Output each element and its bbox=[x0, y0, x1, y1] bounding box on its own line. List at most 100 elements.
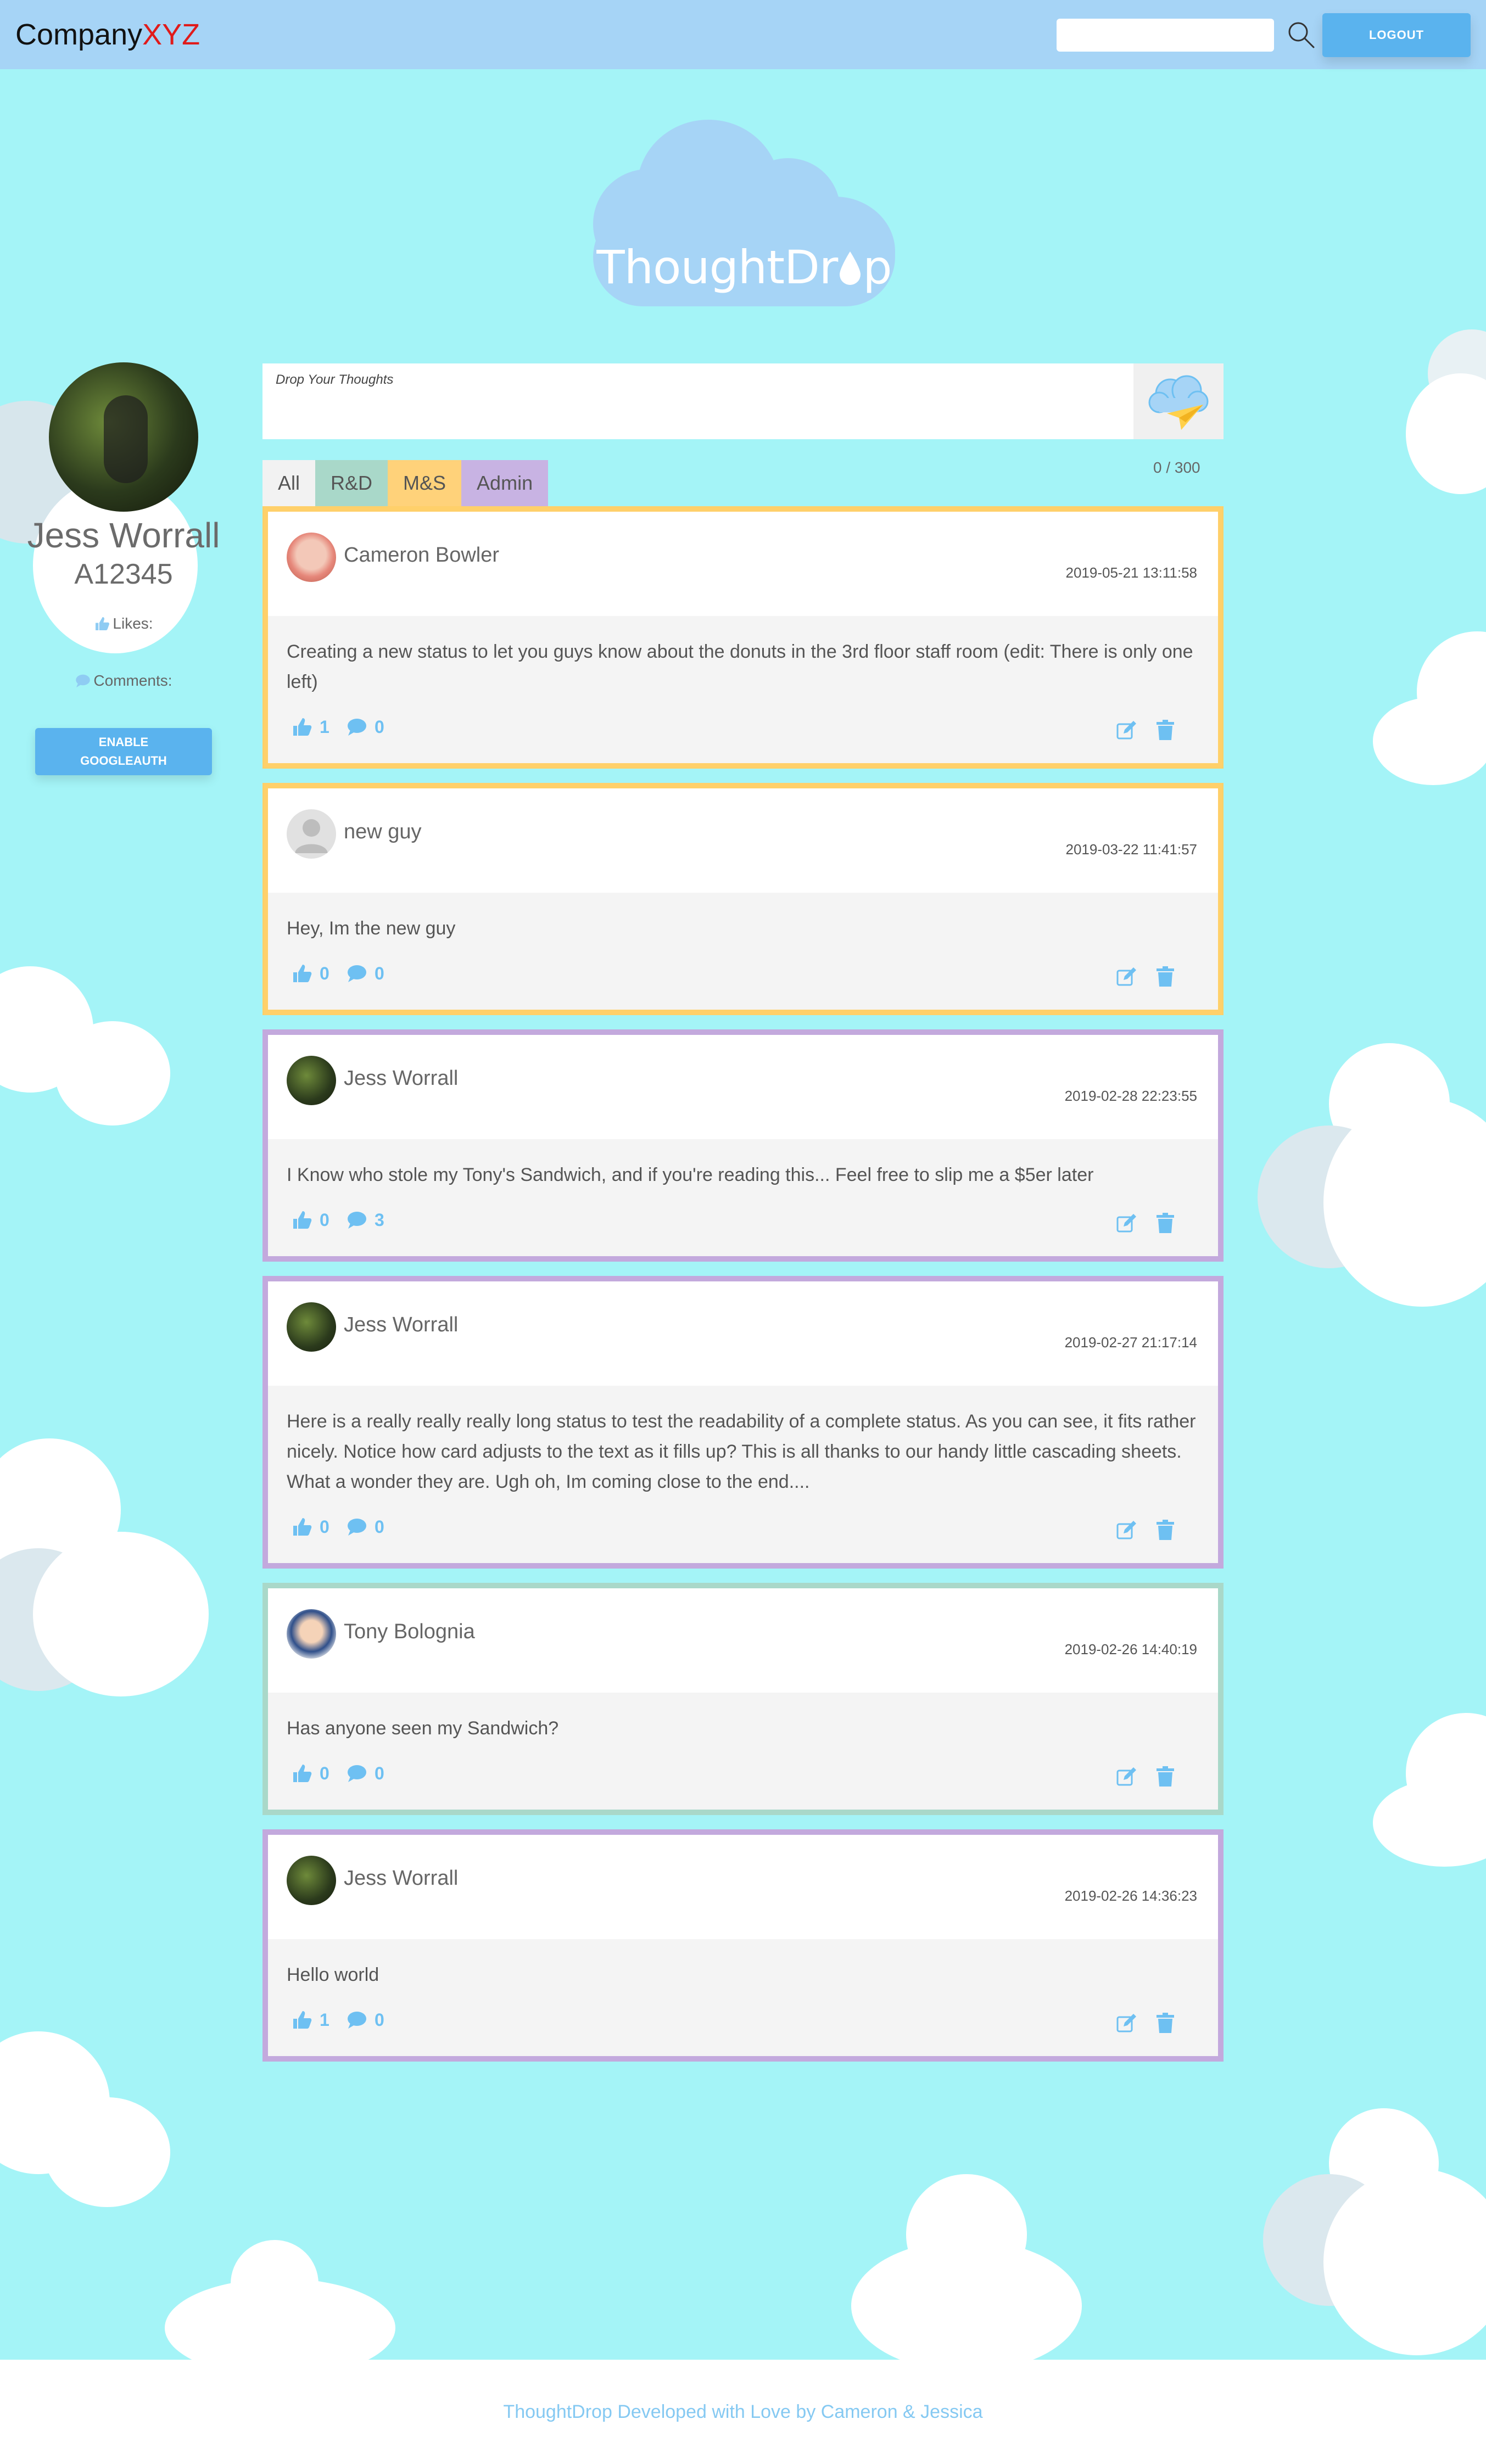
post-text: Hey, Im the new guy bbox=[287, 918, 456, 939]
tab-rnd[interactable]: R&D bbox=[315, 460, 388, 506]
post-card: Jess Worrall 2019-02-27 21:17:14 Here is… bbox=[262, 1276, 1224, 1569]
edit-icon[interactable] bbox=[1116, 1519, 1138, 1541]
thumbs-up-icon bbox=[293, 965, 312, 982]
post-author-avatar[interactable] bbox=[287, 1609, 336, 1659]
post-author-name[interactable]: Tony Bolognia bbox=[344, 1620, 475, 1644]
background-cloud bbox=[851, 2174, 1082, 2372]
comment-button[interactable]: 0 bbox=[346, 962, 384, 984]
profile-name: Jess Worrall bbox=[27, 516, 220, 555]
thumbs-up-icon bbox=[293, 1211, 312, 1229]
search-icon[interactable] bbox=[1286, 20, 1317, 51]
post-author-name[interactable]: Jess Worrall bbox=[344, 1867, 458, 1890]
top-navbar: CompanyXYZ LOGOUT bbox=[0, 0, 1486, 69]
search-input[interactable] bbox=[1057, 19, 1274, 52]
comment-button[interactable]: 3 bbox=[346, 1209, 384, 1231]
comment-count: 0 bbox=[375, 1516, 384, 1537]
background-cloud bbox=[165, 2240, 395, 2377]
cloud-plane-icon bbox=[1148, 375, 1209, 430]
thumbs-up-icon bbox=[293, 2011, 312, 2029]
trash-icon[interactable] bbox=[1154, 966, 1176, 988]
post-card: Jess Worrall 2019-02-26 14:36:23 Hello w… bbox=[262, 1829, 1224, 2062]
submit-thought-button[interactable] bbox=[1133, 363, 1224, 439]
post-author-avatar[interactable] bbox=[287, 533, 336, 582]
comment-count: 0 bbox=[375, 1763, 384, 1783]
background-cloud bbox=[1263, 2108, 1486, 2361]
comment-icon bbox=[348, 2012, 366, 2029]
post-timestamp: 2019-02-27 21:17:14 bbox=[1064, 1334, 1197, 1351]
post-author-name[interactable]: Jess Worrall bbox=[344, 1313, 458, 1337]
like-count: 0 bbox=[320, 1209, 329, 1230]
footer: ThoughtDrop Developed with Love by Camer… bbox=[0, 2360, 1486, 2464]
like-button[interactable]: 0 bbox=[291, 1209, 329, 1231]
thumbs-up-icon bbox=[293, 1518, 312, 1536]
department-tabs: All R&D M&S Admin bbox=[262, 460, 549, 506]
trash-icon[interactable] bbox=[1154, 1519, 1176, 1541]
thumbs-up-icon bbox=[96, 617, 110, 630]
profile-sidebar: Jess Worrall A12345 Likes: Comments: ENA… bbox=[22, 362, 225, 775]
thumbs-up-icon bbox=[293, 1765, 312, 1782]
like-button[interactable]: 0 bbox=[291, 1516, 329, 1538]
default-avatar-icon[interactable] bbox=[287, 809, 336, 859]
comment-button[interactable]: 0 bbox=[346, 716, 384, 738]
edit-icon[interactable] bbox=[1116, 966, 1138, 988]
like-button[interactable]: 0 bbox=[291, 1762, 329, 1784]
thought-composer bbox=[262, 363, 1224, 439]
trash-icon[interactable] bbox=[1154, 719, 1176, 741]
post-timestamp: 2019-02-26 14:40:19 bbox=[1064, 1641, 1197, 1657]
profile-likes: Likes: bbox=[22, 615, 225, 632]
like-button[interactable]: 1 bbox=[291, 2009, 329, 2031]
trash-icon[interactable] bbox=[1154, 1212, 1176, 1234]
edit-icon[interactable] bbox=[1116, 719, 1138, 741]
post-text: I Know who stole my Tony's Sandwich, and… bbox=[287, 1164, 1094, 1185]
post-author-avatar[interactable] bbox=[287, 1856, 336, 1905]
post-author-avatar[interactable] bbox=[287, 1056, 336, 1105]
comment-icon bbox=[348, 1765, 366, 1782]
footer-credits: ThoughtDrop Developed with Love by Camer… bbox=[503, 2401, 983, 2422]
post-timestamp: 2019-03-22 11:41:57 bbox=[1065, 841, 1198, 858]
post-timestamp: 2019-02-28 22:23:55 bbox=[1064, 1088, 1197, 1104]
comment-button[interactable]: 0 bbox=[346, 1516, 384, 1538]
post-text: Creating a new status to let you guys kn… bbox=[287, 641, 1193, 692]
character-count: 0 / 300 bbox=[1153, 459, 1200, 476]
thoughtdrop-logo: ThoughtDr p bbox=[593, 120, 895, 306]
like-count: 0 bbox=[320, 1516, 329, 1537]
background-cloud bbox=[1406, 329, 1486, 505]
like-count: 0 bbox=[320, 963, 329, 983]
comment-icon bbox=[348, 1212, 366, 1229]
thought-input[interactable] bbox=[262, 363, 1133, 439]
like-button[interactable]: 1 bbox=[291, 716, 329, 738]
tab-admin[interactable]: Admin bbox=[461, 460, 549, 506]
tab-ms[interactable]: M&S bbox=[388, 460, 462, 506]
background-cloud bbox=[1373, 1713, 1486, 1878]
profile-avatar bbox=[49, 362, 198, 512]
post-card: new guy 2019-03-22 11:41:57 Hey, Im the … bbox=[262, 783, 1224, 1015]
profile-comments: Comments: bbox=[22, 672, 225, 690]
comment-count: 0 bbox=[375, 2009, 384, 2030]
post-author-name[interactable]: Cameron Bowler bbox=[344, 544, 499, 567]
drop-icon bbox=[837, 244, 863, 285]
trash-icon[interactable] bbox=[1154, 2012, 1176, 2034]
post-text: Has anyone seen my Sandwich? bbox=[287, 1718, 559, 1739]
enable-googleauth-button[interactable]: ENABLE GOOGLEAUTH bbox=[35, 728, 212, 775]
comment-button[interactable]: 0 bbox=[346, 2009, 384, 2031]
edit-icon[interactable] bbox=[1116, 2012, 1138, 2034]
post-text: Here is a really really really long stat… bbox=[287, 1411, 1196, 1492]
background-cloud bbox=[0, 2031, 176, 2218]
edit-icon[interactable] bbox=[1116, 1766, 1138, 1788]
post-text: Hello world bbox=[287, 1964, 379, 1985]
post-author-name[interactable]: new guy bbox=[344, 820, 422, 844]
post-card: Jess Worrall 2019-02-28 22:23:55 I Know … bbox=[262, 1029, 1224, 1262]
logout-button[interactable]: LOGOUT bbox=[1322, 13, 1471, 57]
profile-employee-id: A12345 bbox=[74, 558, 173, 590]
comment-icon bbox=[348, 719, 366, 736]
post-card: Cameron Bowler 2019-05-21 13:11:58 Creat… bbox=[262, 506, 1224, 769]
post-author-name[interactable]: Jess Worrall bbox=[344, 1067, 458, 1090]
edit-icon[interactable] bbox=[1116, 1212, 1138, 1234]
brand-logo[interactable]: CompanyXYZ bbox=[15, 18, 200, 52]
comment-button[interactable]: 0 bbox=[346, 1762, 384, 1784]
background-cloud bbox=[0, 1438, 209, 1746]
trash-icon[interactable] bbox=[1154, 1766, 1176, 1788]
tab-all[interactable]: All bbox=[262, 460, 316, 506]
post-author-avatar[interactable] bbox=[287, 1302, 336, 1352]
like-button[interactable]: 0 bbox=[291, 962, 329, 984]
